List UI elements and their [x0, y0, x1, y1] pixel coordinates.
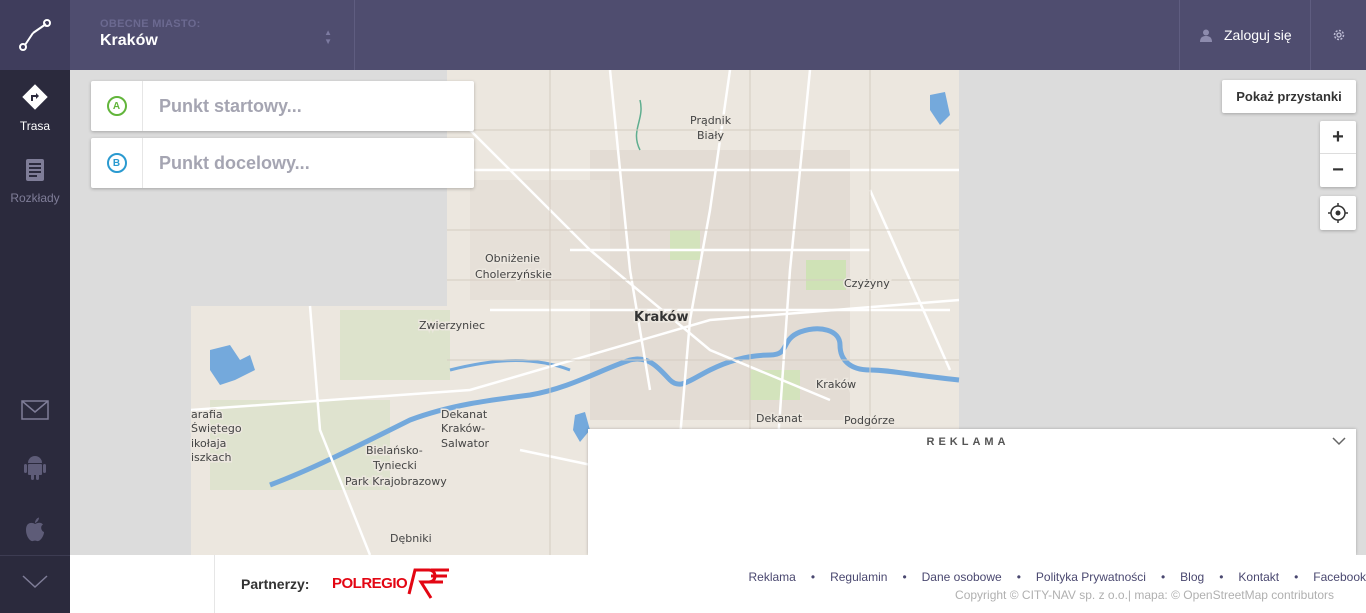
- marker-a: A: [91, 81, 143, 131]
- sidebar-item-label: Trasa: [19, 119, 51, 133]
- route-sign-icon: [22, 84, 48, 110]
- marker-b-icon: B: [106, 153, 127, 173]
- ad-panel: REKLAMA: [588, 429, 1356, 555]
- crosshair-icon: [1328, 203, 1348, 223]
- footer-link-kontakt[interactable]: Kontakt: [1238, 570, 1279, 584]
- map-city-label: Kraków: [634, 310, 689, 325]
- ios-app-button[interactable]: [0, 516, 70, 545]
- sidebar-item-trasa[interactable]: Trasa: [0, 84, 70, 133]
- chevron-down-icon[interactable]: [1332, 437, 1346, 446]
- zoom-out-button[interactable]: −: [1320, 154, 1356, 187]
- footer-link-dane-osobowe[interactable]: Dane osobowe: [922, 570, 1002, 584]
- sidebar-item-rozklady[interactable]: Rozkłady: [0, 158, 70, 205]
- map-label: Świętego: [191, 422, 242, 435]
- top-bar: OBECNE MIASTO: Kraków ▲ ▼ Zaloguj się: [0, 0, 1366, 70]
- map-label: Kraków-: [441, 422, 485, 435]
- footer-link-blog[interactable]: Blog: [1180, 570, 1204, 584]
- end-point-input[interactable]: [143, 152, 463, 174]
- sidebar: Trasa Rozkłady: [0, 70, 70, 613]
- android-app-button[interactable]: [0, 454, 70, 483]
- map-label: Bielańsko-: [366, 444, 423, 457]
- map-label: Obniżenie: [485, 252, 540, 265]
- show-stops-button[interactable]: Pokaż przystanki: [1222, 80, 1356, 113]
- sidebar-item-label: Rozkłady: [10, 191, 60, 205]
- zoom-in-button[interactable]: +: [1320, 121, 1356, 154]
- user-icon: [1200, 29, 1212, 42]
- mail-icon: [21, 400, 49, 420]
- city-select-arrows-icon: ▲ ▼: [324, 28, 332, 46]
- gear-icon: [1333, 29, 1344, 41]
- city-selector[interactable]: OBECNE MIASTO: Kraków ▲ ▼: [70, 0, 355, 70]
- map-label: Biały: [697, 129, 724, 142]
- timetable-icon: [26, 159, 44, 181]
- contact-mail-button[interactable]: [0, 400, 70, 423]
- map-label: Dekanat: [756, 412, 803, 425]
- route-logo-icon: [19, 19, 51, 51]
- start-point-input[interactable]: [143, 95, 463, 117]
- map-label: Park Krajobrazowy: [345, 475, 447, 488]
- map-label: Dębniki: [390, 532, 432, 545]
- map-label: arafia: [191, 408, 223, 421]
- partner-name: POLREGIO: [332, 574, 408, 592]
- map-label: Zwierzyniec: [419, 319, 485, 332]
- footer-links: Reklama • Regulamin • Dane osobowe • Polityka …: [748, 570, 1366, 584]
- settings-button[interactable]: [1311, 0, 1366, 70]
- footer-link-polityka[interactable]: Polityka Prywatności: [1036, 570, 1146, 584]
- marker-a-icon: A: [106, 96, 127, 116]
- map-label: Tyniecki: [372, 459, 417, 472]
- zoom-control: + −: [1320, 121, 1356, 187]
- polregio-mark-icon: [407, 568, 450, 599]
- android-icon: [24, 456, 46, 480]
- footer-divider: [214, 555, 215, 613]
- city-name: Kraków: [100, 32, 158, 49]
- apple-icon: [26, 517, 44, 542]
- chevron-down-icon: [22, 575, 48, 589]
- sidebar-divider: [0, 555, 70, 556]
- map-label: Podgórze: [844, 414, 895, 427]
- start-point-box: A: [91, 81, 474, 131]
- map-label: iszkach: [191, 451, 232, 464]
- marker-b: B: [91, 138, 143, 188]
- footer-link-reklama[interactable]: Reklama: [749, 570, 796, 584]
- ad-label: REKLAMA: [926, 436, 1010, 448]
- login-label: Zaloguj się: [1224, 27, 1292, 43]
- map-label: Prądnik: [690, 114, 732, 127]
- city-label: OBECNE MIASTO:: [100, 18, 201, 30]
- map-label: Kraków: [816, 378, 856, 391]
- partner-logo[interactable]: POLREGIO: [332, 564, 451, 602]
- copyright: Copyright © CITY-NAV sp. z o.o.| mapa: ©…: [955, 588, 1334, 602]
- map-label: Czyżyny: [844, 277, 890, 290]
- footer: Partnerzy: POLREGIO Reklama • Regulamin • Da…: [70, 555, 1366, 613]
- end-point-box: B: [91, 138, 474, 188]
- map-label: Cholerzyńskie: [475, 268, 552, 281]
- map-label: ikołaja: [191, 437, 226, 450]
- sidebar-collapse-button[interactable]: [0, 575, 70, 592]
- login-button[interactable]: Zaloguj się: [1179, 0, 1311, 70]
- map-label: Dekanat: [441, 408, 488, 421]
- partners-label: Partnerzy:: [241, 576, 310, 592]
- map-label: Salwator: [441, 437, 490, 450]
- footer-link-regulamin[interactable]: Regulamin: [830, 570, 887, 584]
- app-logo[interactable]: [0, 0, 70, 70]
- locate-button[interactable]: [1320, 196, 1356, 230]
- footer-link-facebook[interactable]: Facebook: [1313, 570, 1366, 584]
